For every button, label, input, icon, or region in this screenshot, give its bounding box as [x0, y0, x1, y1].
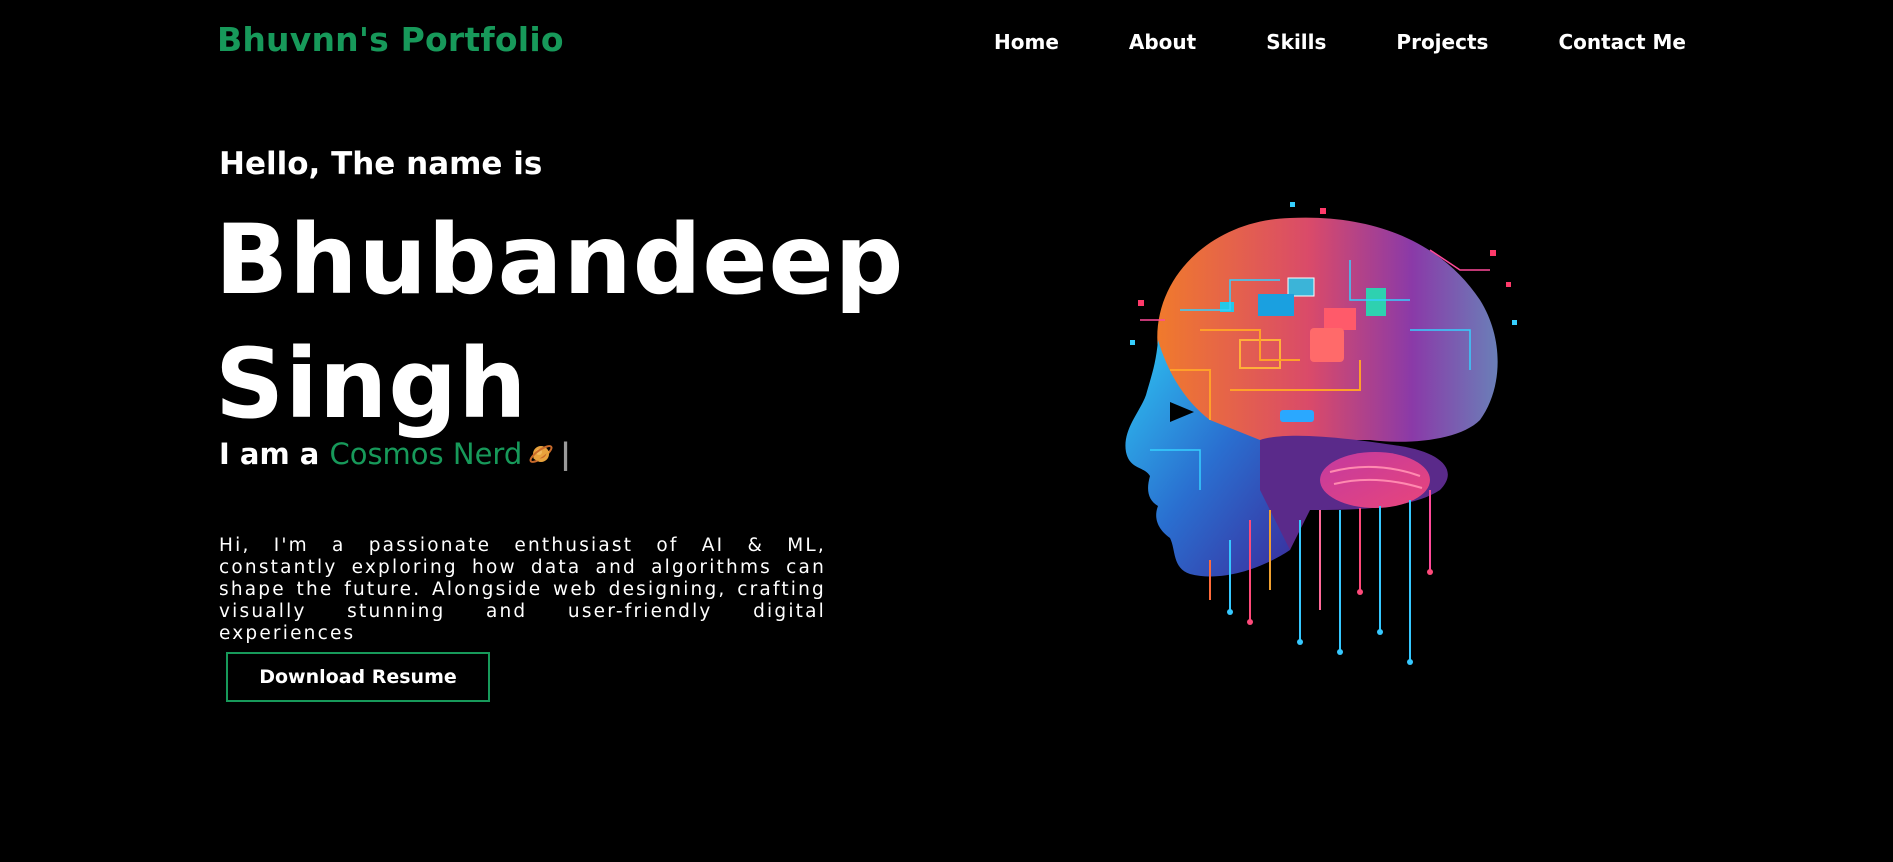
ringed-planet-icon	[529, 445, 553, 463]
portfolio-page: Bhuvnn's Portfolio Home About Skills Pro…	[0, 0, 1893, 862]
nav-home[interactable]: Home	[994, 30, 1059, 54]
download-resume-button[interactable]: Download Resume	[226, 652, 490, 702]
nav-projects[interactable]: Projects	[1396, 30, 1488, 54]
hero-bio: Hi, I'm a passionate enthusiast of AI & …	[219, 534, 826, 644]
role-typed-text: Cosmos Nerd	[329, 437, 523, 471]
nav-skills[interactable]: Skills	[1266, 30, 1326, 54]
ai-brain-head-illustration	[1125, 202, 1517, 665]
nav-about[interactable]: About	[1129, 30, 1196, 54]
main-nav: Home About Skills Projects Contact Me	[994, 30, 1686, 54]
hero-name-line2: Singh	[215, 328, 528, 440]
hero-role: I am a Cosmos Nerd |	[219, 437, 571, 471]
hero-name: Bhubandeep Singh	[215, 198, 915, 446]
nav-contact-me[interactable]: Contact Me	[1558, 30, 1686, 54]
hero-greeting: Hello, The name is	[219, 146, 543, 182]
hero-name-line1: Bhubandeep	[215, 204, 905, 316]
role-prefix: I am a	[219, 437, 320, 471]
brand-logo[interactable]: Bhuvnn's Portfolio	[217, 20, 564, 59]
typing-cursor: |	[560, 437, 571, 471]
